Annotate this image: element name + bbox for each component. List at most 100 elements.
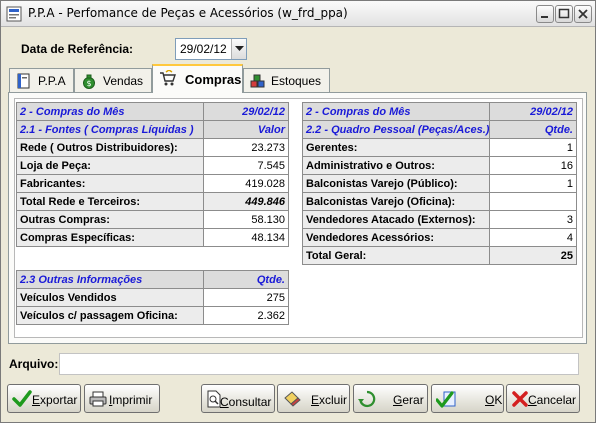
- row-value[interactable]: 3: [489, 210, 577, 229]
- app-icon: [6, 6, 22, 22]
- maximize-icon: [558, 8, 570, 19]
- row-value[interactable]: 275: [203, 288, 289, 307]
- table-row: Rede ( Outros Distribuidores): 23.273: [16, 138, 289, 157]
- reference-date-field[interactable]: 29/02/12: [175, 38, 247, 60]
- reference-date-label: Data de Referência:: [21, 42, 134, 56]
- table-row: Vendedores Acessórios: 4: [302, 228, 577, 247]
- table-row: Outras Compras: 58.130: [16, 210, 289, 229]
- tab-panel-compras: 2 - Compras do Mês 29/02/12 2.1 - Fontes…: [8, 92, 587, 344]
- minimize-button[interactable]: [536, 5, 554, 23]
- excluir-label: Excluir: [311, 393, 348, 407]
- fontes-subheader-title: 2.1 - Fontes ( Compras Líquidas ): [16, 120, 204, 139]
- row-label: Rede ( Outros Distribuidores):: [16, 138, 204, 157]
- printer-icon: [89, 391, 107, 407]
- maximize-button[interactable]: [555, 5, 573, 23]
- date-dropdown-button[interactable]: [231, 39, 246, 59]
- arquivo-input[interactable]: [59, 353, 579, 375]
- ok-button[interactable]: OK: [431, 384, 504, 413]
- quadro-subheader-col: Qtde.: [489, 120, 577, 139]
- table-row: 2.2 - Quadro Pessoal (Peças/Aces.) Qtde.: [302, 120, 577, 139]
- table-row: Fabricantes: 419.028: [16, 174, 289, 193]
- gerar-label: Gerar: [393, 393, 424, 407]
- row-value[interactable]: 7.545: [203, 156, 289, 175]
- imprimir-label: Imprimir: [109, 393, 153, 407]
- row-value[interactable]: 2.362: [203, 306, 289, 325]
- recycle-icon: [358, 390, 376, 408]
- chevron-down-icon: [235, 46, 244, 51]
- cancelar-label: Cancelar: [528, 393, 577, 407]
- money-bag-icon: $: [83, 74, 95, 89]
- fontes-subheader-col: Valor: [203, 120, 289, 139]
- exportar-label: Exportar: [32, 393, 78, 407]
- table-row: 2 - Compras do Mês 29/02/12: [302, 102, 577, 121]
- row-label: Balconistas Varejo (Oficina):: [302, 192, 490, 211]
- tab-compras[interactable]: Compras: [152, 64, 243, 93]
- eraser-icon: [284, 391, 301, 407]
- table-row: Veículos Vendidos 275: [16, 288, 289, 307]
- row-label: Vendedores Atacado (Externos):: [302, 210, 490, 229]
- row-value[interactable]: 419.028: [203, 174, 289, 193]
- row-label: Outras Compras:: [16, 210, 204, 229]
- minimize-icon: [541, 16, 548, 18]
- table-row: Vendedores Atacado (Externos): 3: [302, 210, 577, 229]
- row-value[interactable]: 1: [489, 174, 577, 193]
- quadro-subheader-title: 2.2 - Quadro Pessoal (Peças/Aces.): [302, 120, 490, 139]
- table-row: Total Rede e Terceiros: 449.846: [16, 192, 289, 211]
- row-value[interactable]: 48.134: [203, 228, 289, 247]
- imprimir-button[interactable]: Imprimir: [84, 384, 160, 413]
- close-x-icon: [512, 391, 528, 407]
- row-label: Veículos Vendidos: [16, 288, 204, 307]
- row-label: Total Geral:: [302, 246, 490, 265]
- checkmark-document-icon: [436, 391, 456, 408]
- table-row: Gerentes: 1: [302, 138, 577, 157]
- boxes-icon: [250, 74, 265, 88]
- row-value: 449.846: [203, 192, 289, 211]
- consultar-button[interactable]: Consultar: [201, 384, 275, 413]
- fontes-header-title: 2 - Compras do Mês: [16, 102, 204, 121]
- tab-ppa[interactable]: P.P.A: [9, 68, 74, 92]
- fontes-table: 2 - Compras do Mês 29/02/12 2.1 - Fontes…: [16, 102, 289, 247]
- row-value[interactable]: 4: [489, 228, 577, 247]
- table-row: Veículos c/ passagem Oficina: 2.362: [16, 306, 289, 325]
- table-row: Balconistas Varejo (Oficina):: [302, 192, 577, 211]
- table-row: Compras Específicas: 48.134: [16, 228, 289, 247]
- tab-ppa-label: P.P.A: [38, 74, 66, 88]
- title-bar: P.P.A - Perfomance de Peças e Acessórios…: [1, 1, 595, 27]
- table-row: 2 - Compras do Mês 29/02/12: [16, 102, 289, 121]
- row-value[interactable]: 23.273: [203, 138, 289, 157]
- fontes-header-date: 29/02/12: [203, 102, 289, 121]
- row-value[interactable]: [489, 192, 577, 211]
- tab-vendas[interactable]: $ Vendas: [74, 68, 152, 92]
- row-label: Compras Específicas:: [16, 228, 204, 247]
- table-row: Loja de Peça: 7.545: [16, 156, 289, 175]
- table-row: Balconistas Varejo (Público): 1: [302, 174, 577, 193]
- outras-header-col: Qtde.: [203, 270, 289, 289]
- table-row: Total Geral: 25: [302, 246, 577, 265]
- row-value[interactable]: 1: [489, 138, 577, 157]
- exportar-button[interactable]: Exportar: [7, 384, 81, 413]
- window-title: P.P.A - Perfomance de Peças e Acessórios…: [28, 6, 348, 20]
- row-label: Veículos c/ passagem Oficina:: [16, 306, 204, 325]
- row-value[interactable]: 58.130: [203, 210, 289, 229]
- excluir-button[interactable]: Excluir: [277, 384, 350, 413]
- quadro-pessoal-table: 2 - Compras do Mês 29/02/12 2.2 - Quadro…: [302, 102, 577, 265]
- cancelar-button[interactable]: Cancelar: [506, 384, 580, 413]
- row-label: Fabricantes:: [16, 174, 204, 193]
- close-icon: [578, 9, 588, 19]
- outras-header-title: 2.3 Outras Informações: [16, 270, 204, 289]
- tab-estoques[interactable]: Estoques: [243, 68, 330, 92]
- table-row: 2.3 Outras Informações Qtde.: [16, 270, 289, 289]
- row-value[interactable]: 16: [489, 156, 577, 175]
- gerar-button[interactable]: Gerar: [353, 384, 428, 413]
- tab-compras-label: Compras: [185, 72, 242, 87]
- quadro-header-date: 29/02/12: [489, 102, 577, 121]
- ok-label: OK: [485, 393, 503, 407]
- book-icon: [17, 73, 30, 89]
- arquivo-label: Arquivo:: [9, 357, 59, 371]
- table-row: 2.1 - Fontes ( Compras Líquidas ) Valor: [16, 120, 289, 139]
- row-label: Total Rede e Terceiros:: [16, 192, 204, 211]
- close-button[interactable]: [574, 5, 592, 23]
- row-value: 25: [489, 246, 577, 265]
- row-label: Administrativo e Outros:: [302, 156, 490, 175]
- compras-content: 2 - Compras do Mês 29/02/12 2.1 - Fontes…: [14, 98, 583, 338]
